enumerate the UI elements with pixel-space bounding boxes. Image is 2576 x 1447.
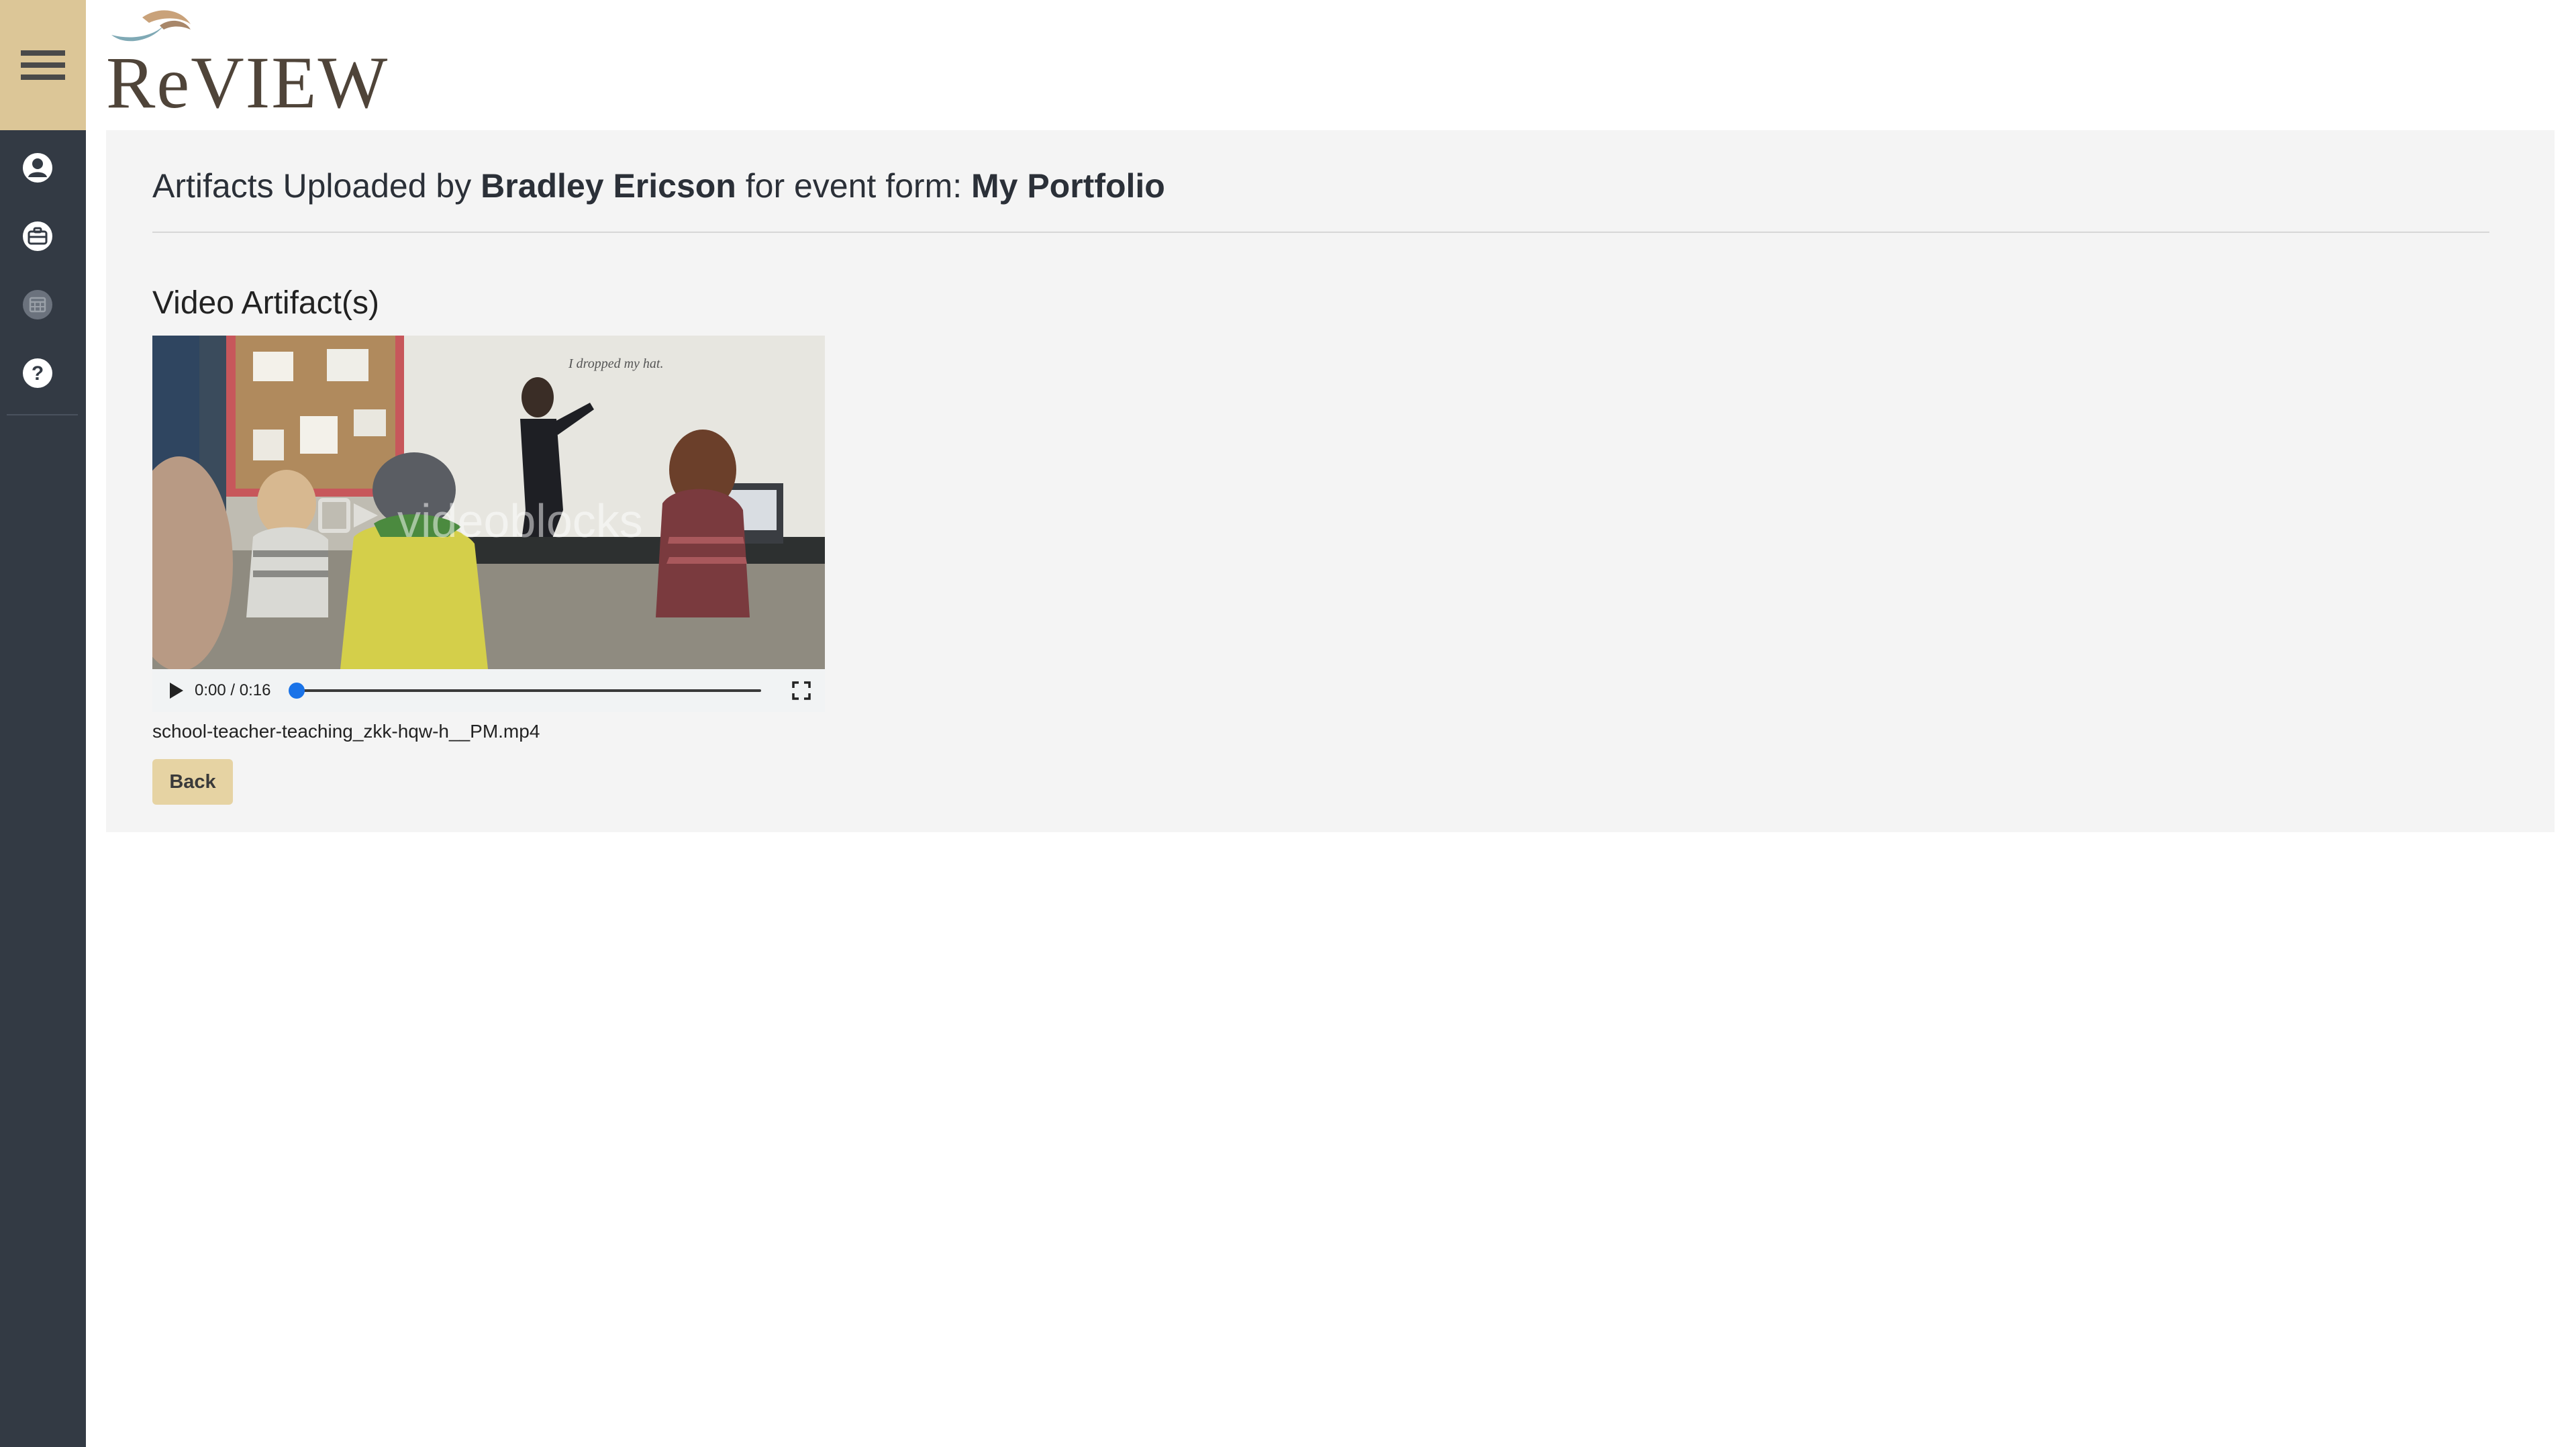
sidebar-item-help[interactable]: ? bbox=[20, 356, 55, 391]
sidebar-divider bbox=[7, 414, 78, 415]
video-player[interactable]: I dropped my hat. videoblocks bbox=[152, 336, 825, 669]
seek-bar-thumb[interactable] bbox=[289, 683, 305, 699]
back-button[interactable]: Back bbox=[152, 759, 233, 805]
title-prefix: Artifacts Uploaded by bbox=[152, 167, 481, 205]
form-name: My Portfolio bbox=[971, 167, 1165, 205]
user-icon bbox=[23, 153, 52, 183]
play-icon bbox=[170, 683, 183, 699]
video-watermark: videoblocks bbox=[397, 495, 643, 547]
artifacts-panel: Artifacts Uploaded by Bradley Ericson fo… bbox=[106, 130, 2555, 832]
review-logo[interactable]: ReVIEW bbox=[106, 3, 387, 130]
section-title: Video Artifact(s) bbox=[152, 285, 379, 321]
fullscreen-button[interactable] bbox=[791, 681, 811, 701]
hamburger-menu-icon bbox=[21, 50, 65, 80]
fullscreen-icon bbox=[792, 681, 811, 700]
sidebar-item-portfolio[interactable] bbox=[20, 219, 55, 254]
video-thumbnail: I dropped my hat. videoblocks bbox=[152, 336, 825, 669]
logo-wordmark: ReVIEW bbox=[106, 42, 389, 123]
play-button[interactable] bbox=[166, 680, 186, 701]
whiteboard-text: I dropped my hat. bbox=[568, 356, 663, 371]
video-file-name: school-teacher-teaching_zkk-hqw-h__PM.mp… bbox=[152, 721, 540, 742]
briefcase-icon bbox=[23, 221, 52, 251]
sidebar-item-profile[interactable] bbox=[20, 150, 55, 185]
help-icon: ? bbox=[23, 358, 52, 388]
time-display: 0:00 / 0:16 bbox=[195, 681, 271, 699]
title-middle: for event form: bbox=[736, 167, 971, 205]
video-controls: 0:00 / 0:16 bbox=[152, 669, 825, 712]
menu-toggle-button[interactable] bbox=[0, 0, 86, 130]
svg-text:?: ? bbox=[32, 362, 44, 385]
seek-bar[interactable] bbox=[289, 683, 761, 699]
page-title: Artifacts Uploaded by Bradley Ericson fo… bbox=[152, 166, 1165, 205]
sidebar: ? bbox=[0, 0, 86, 1447]
title-divider bbox=[152, 232, 2489, 233]
calendar-icon bbox=[23, 290, 52, 319]
uploader-name: Bradley Ericson bbox=[481, 167, 736, 205]
sidebar-item-calendar[interactable] bbox=[20, 287, 55, 322]
